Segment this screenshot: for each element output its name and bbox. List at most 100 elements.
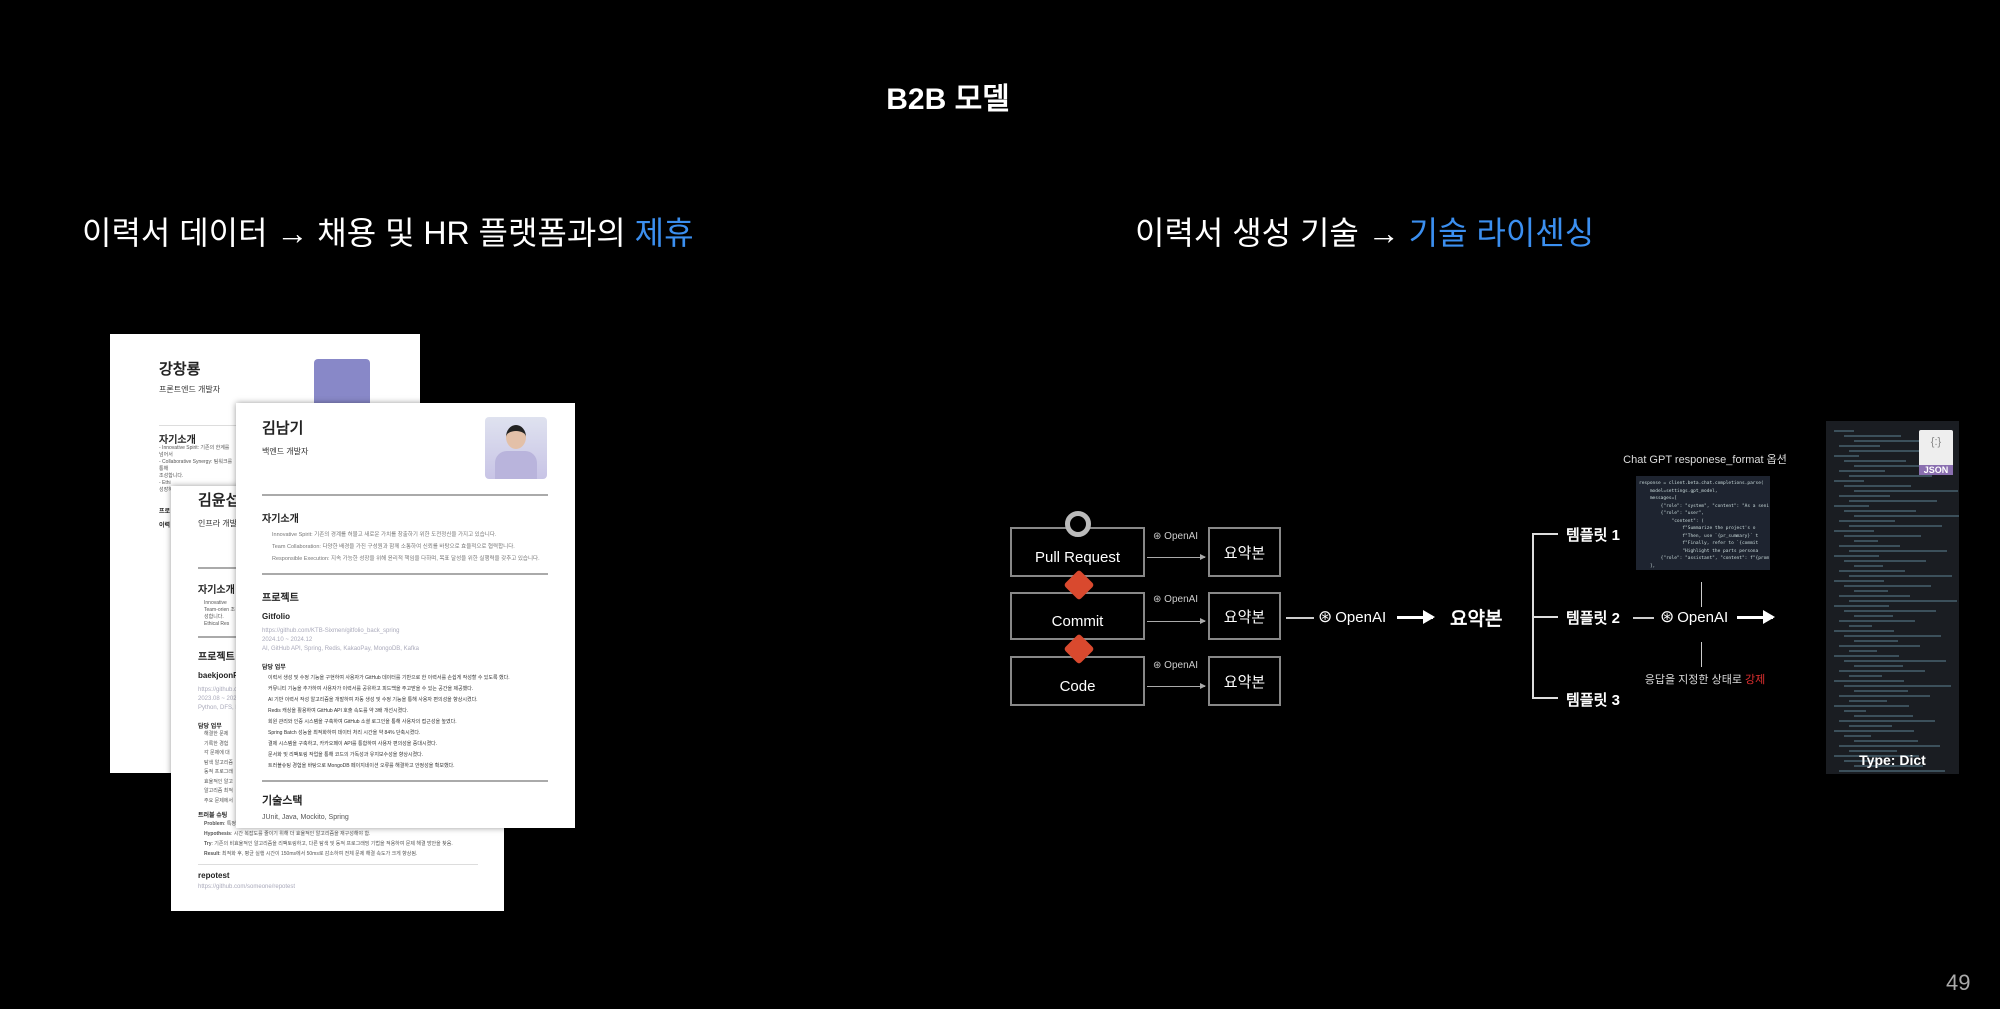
json-line [1844,560,1926,562]
json-badge: JSON [1919,465,1953,475]
career-label: 이력 [159,523,171,529]
json-line [1834,430,1854,432]
json-line [1849,450,1927,452]
json-file-icon: {:} JSON [1919,430,1953,475]
resume-role: 프론트엔드 개발자 [159,385,221,394]
json-line [1834,705,1909,707]
json-line [1834,680,1904,682]
openai-text: OpenAI [1335,608,1387,626]
json-line [1834,480,1864,482]
intro-line: 조성합니다. [159,473,184,479]
openai-mini-text: OpenAI [1164,660,1199,671]
json-line [1849,650,1877,652]
trouble-key: Problem [204,821,225,827]
json-line [1839,570,1905,572]
intro-line: - Innovative Spirit: 기존의 한계를 넘어서 [159,445,230,458]
summary-box: 요약본 [1208,656,1281,706]
chatgpt-caption: Chat GPT responese_format 옵션 [1623,454,1787,466]
json-line [1849,550,1947,552]
github-icon [1065,511,1091,537]
resume-name: 강창룡 [159,361,201,378]
template-label: 템플릿 1 [1566,527,1620,544]
json-line [1849,725,1892,727]
json-line [1834,655,1899,657]
intro-line: Team Collaboration: 다양한 배경을 가진 구성원과 함께 소… [272,544,515,550]
section-title: 자기소개 [262,514,299,525]
json-line [1834,505,1869,507]
openai-mini-text: OpenAI [1164,531,1199,542]
force-highlight: 강제 [1745,674,1766,686]
duty-title: 담당 업무 [262,665,286,671]
json-line [1834,630,1894,632]
json-line [1844,635,1941,637]
openai-text: OpenAI [1677,608,1729,626]
json-line [1849,675,1882,677]
duty-item: 결제 시스템을 구축하고, 카카오페이 API를 통합하여 사용자 편의성을 증… [268,741,438,747]
json-line [1834,605,1889,607]
json-line [1849,500,1937,502]
json-line [1849,700,1887,702]
openai-mini-text: OpenAI [1164,594,1199,605]
json-line [1839,520,1895,522]
json-line [1844,585,1931,587]
left-heading-highlight: 제휴 [634,215,694,251]
json-line [1844,485,1911,487]
json-line [1854,540,1878,542]
duty-item: 회원 관리와 인증 시스템을 구축하여 GitHub 소셜 로그인을 통해 사용… [268,719,457,725]
profile-photo [314,359,370,409]
json-line [1834,555,1879,557]
json-line [1839,695,1930,697]
summary-box: 요약본 [1208,527,1281,577]
trouble-value: : 시간 복잡도를 줄이기 위해 더 효율적인 알고리즘을 재구성해야 함. [230,831,371,837]
json-line [1834,730,1914,732]
json-line [1839,595,1910,597]
json-line [1854,740,1918,742]
right-heading: 이력서 생성 기술 → 기술 라이센싱 [1135,208,1594,254]
openai-icon: ⊛ [1318,607,1333,626]
intro-line: Innovative [204,600,227,606]
trouble-key: Try [204,841,212,847]
summary-box: 요약본 [1208,592,1281,640]
tech-stack: JUnit, Java, Mockito, Spring [262,814,349,821]
json-line [1844,535,1921,537]
intro-line: Innovative Spirit: 기존의 경계를 허물고 새로운 가치를 창… [272,532,497,538]
right-heading-highlight: 기술 라이센싱 [1408,215,1595,251]
json-line [1839,720,1935,722]
trouble-item: Hypothesis: 시간 복잡도를 줄이기 위해 더 효율적인 알고리즘을 … [204,829,504,839]
openai-icon: ⊛ [1153,594,1162,605]
json-line [1854,640,1898,642]
duty-item: AI 기반 이력서 작성 알고리즘을 개발하여 자동 생성 및 수정 기능을 통… [268,697,478,703]
json-line [1854,665,1903,667]
json-line [1839,495,1890,497]
project-stack: AI, GitHub API, Spring, Redis, KakaoPay,… [262,646,419,652]
trouble-item: Result: 최적화 후, 평균 실행 시간이 150ms에서 50ms로 감… [204,849,504,859]
project-name: repotest [198,871,230,880]
openai-mini-label: ⊛ OpenAI [1153,594,1198,605]
json-line [1844,710,1866,712]
json-line [1844,435,1901,437]
duty-item: 커뮤니티 기능을 추가하여 사용자가 이력서를 공유하고 피드백을 주고받을 수… [268,686,474,692]
code-snippet: response = client.beta.chat.completions.… [1636,476,1770,570]
openai-icon: ⊛ [1153,531,1162,542]
json-line [1839,545,1900,547]
trouble-key: Hypothesis [204,831,231,837]
section-title: 자기소개 [159,435,196,446]
json-line [1839,745,1940,747]
trouble-key: Result [204,851,220,857]
duty-item: Redis 캐싱을 활용하여 GitHub API 호출 속도를 약 3배 개선… [268,708,409,714]
json-line [1854,690,1908,692]
duty-item: Spring Batch 성능을 최적화하여 데이터 처리 시간을 약 84% … [268,730,421,736]
arrow [1147,618,1206,624]
json-line [1839,445,1880,447]
json-line [1849,475,1932,477]
force-text: 응답을 지정한 상태로 [1644,674,1745,686]
right-heading-text: 이력서 생성 기술 → [1135,215,1409,251]
resume-card-front: 김남기 백엔드 개발자 자기소개 Innovative Spirit: 기존의 … [236,403,575,828]
openai-logo: ⊛ OpenAI [1318,607,1386,627]
intro-line: - Collaborative Synergy: 팀워크를 통해 [159,459,233,472]
json-line [1849,525,1942,527]
trouble-item: Try: 기존의 비효율적인 알고리즘을 리팩토링하고, 다른 탐색 및 동적 … [204,839,504,849]
json-line [1834,580,1884,582]
json-line [1854,565,1883,567]
json-line [1854,515,1959,517]
